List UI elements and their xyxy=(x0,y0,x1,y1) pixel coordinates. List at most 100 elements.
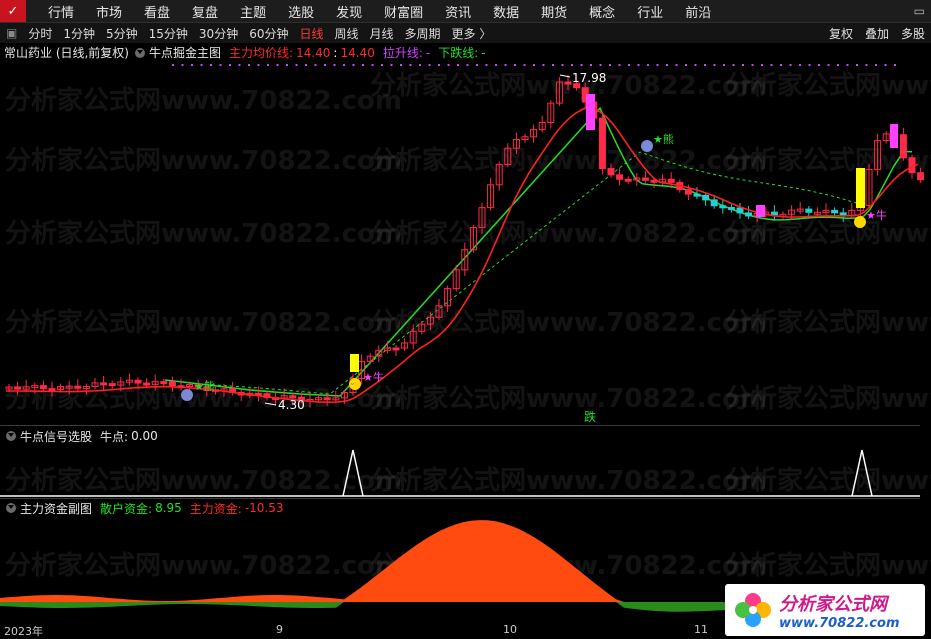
bull-signal-chart[interactable] xyxy=(0,444,931,498)
candle xyxy=(598,117,606,170)
multi-stock-button[interactable]: 多股 xyxy=(901,25,925,42)
signal-dot xyxy=(447,64,450,66)
bull-signal-label: ★牛 xyxy=(866,208,887,222)
period-tab-30min[interactable]: 30分钟 xyxy=(199,25,238,42)
signal-dot xyxy=(495,64,497,66)
signal-spike xyxy=(342,449,364,497)
candle xyxy=(48,388,56,392)
candle xyxy=(831,209,839,214)
candle xyxy=(160,381,168,385)
signal-dot xyxy=(571,64,573,66)
smile-icon: ᵕ xyxy=(349,378,361,390)
signal-dot xyxy=(276,64,279,66)
indicator-menu-icon[interactable] xyxy=(6,503,16,513)
brand-logo: 分析家公式网 www.70822.com xyxy=(725,584,925,636)
period-tab-multi[interactable]: 多周期 xyxy=(405,25,441,42)
nav-item-quotes[interactable]: 行情 xyxy=(48,2,74,21)
signal-dot xyxy=(742,64,744,66)
signal-dot xyxy=(780,64,782,66)
overlay-button[interactable]: 叠加 xyxy=(865,25,889,42)
signal-dot xyxy=(172,64,174,66)
period-tab-60min[interactable]: 60分钟 xyxy=(249,25,288,42)
signal-dot xyxy=(808,64,811,66)
period-tab-15min[interactable]: 15分钟 xyxy=(149,25,188,42)
signal-dot xyxy=(191,64,193,66)
down-line-value: - xyxy=(481,45,486,60)
nav-item-futures[interactable]: 期货 xyxy=(541,2,567,21)
bull-bar-1 xyxy=(350,354,359,372)
period-tab-1min[interactable]: 1分钟 xyxy=(63,25,95,42)
signal-dot xyxy=(628,64,630,66)
signal-dot xyxy=(552,64,554,66)
main-fund-value: -10.53 xyxy=(244,501,284,515)
nav-item-review[interactable]: 复盘 xyxy=(192,2,218,21)
signal-dot xyxy=(295,64,298,66)
candle xyxy=(323,397,331,401)
lift-line-label: 拉升线: xyxy=(382,46,423,60)
nav-item-concept[interactable]: 概念 xyxy=(589,2,615,21)
panel-toggle-icon[interactable]: ▣ xyxy=(6,26,17,40)
candle xyxy=(710,199,718,207)
signal-dot xyxy=(476,64,478,66)
bull-bar-2 xyxy=(856,168,865,208)
period-tab-weekly[interactable]: 周线 xyxy=(335,25,359,42)
window-minimize-icon[interactable]: ▭ xyxy=(914,4,925,18)
signal-dot xyxy=(656,64,659,66)
signal-dot xyxy=(818,64,820,66)
signal-dot xyxy=(894,64,896,66)
period-tab-timeshare[interactable]: 分时 xyxy=(28,25,52,42)
signal-dot xyxy=(457,64,459,66)
nav-item-watch[interactable]: 看盘 xyxy=(144,2,170,21)
period-tab-5min[interactable]: 5分钟 xyxy=(106,25,138,42)
nav-item-discover[interactable]: 发现 xyxy=(336,2,362,21)
nav-item-screener[interactable]: 选股 xyxy=(288,2,314,21)
candlestick-chart[interactable]: 17.98 4.30 跌 ᵕ ★牛 ★牛 ★熊 ★熊 xyxy=(0,62,931,424)
bear-signal-label: ★熊 xyxy=(653,132,674,146)
candle xyxy=(14,386,22,390)
nav-item-market[interactable]: 市场 xyxy=(96,2,122,21)
period-tab-daily[interactable]: 日线 xyxy=(299,25,323,42)
signal-dot xyxy=(428,64,431,66)
signal-dot xyxy=(514,64,516,66)
nav-item-wealth[interactable]: 财富圈 xyxy=(384,2,423,21)
candle xyxy=(392,347,400,351)
sub1-value-label: 牛点: xyxy=(100,429,129,444)
signal-dot xyxy=(504,64,507,66)
sub-chart-2-title: 主力资金副图 散户资金: 8.95 主力资金: -10.53 xyxy=(0,500,284,516)
nav-item-news[interactable]: 资讯 xyxy=(445,2,471,21)
bear-signal-label: ★熊 xyxy=(194,379,215,393)
period-tab-more[interactable]: 更多 〉 xyxy=(452,25,492,42)
signal-dot xyxy=(400,64,402,66)
stock-name: 常山药业 (日线,前复权) xyxy=(4,46,129,60)
indicator-menu-icon[interactable] xyxy=(6,431,16,441)
main-indicator-name[interactable]: 牛点掘金主图 xyxy=(149,44,221,61)
sub2-indicator-name[interactable]: 主力资金副图 xyxy=(20,500,92,517)
signal-dot xyxy=(257,64,260,66)
bull-signal-label: ★牛 xyxy=(363,370,384,384)
candle xyxy=(624,178,632,182)
nav-item-theme[interactable]: 主题 xyxy=(240,2,266,21)
app-logo-icon[interactable]: ✓ xyxy=(0,0,26,22)
signal-dot xyxy=(381,64,383,66)
magenta-bar-3 xyxy=(756,205,765,217)
candle xyxy=(143,382,151,386)
signal-dot xyxy=(542,64,545,66)
signal-dot xyxy=(286,64,288,66)
candle xyxy=(74,385,82,389)
signal-dot xyxy=(837,64,839,66)
signal-dot xyxy=(884,64,887,66)
signal-dot xyxy=(248,64,250,66)
nav-item-industry[interactable]: 行业 xyxy=(637,2,663,21)
time-axis-label: 9 xyxy=(276,623,283,636)
period-tab-monthly[interactable]: 月线 xyxy=(370,25,394,42)
adjust-button[interactable]: 复权 xyxy=(829,25,853,42)
signal-dot xyxy=(305,64,307,66)
signal-dot xyxy=(352,64,355,66)
indicator-menu-icon[interactable] xyxy=(135,47,145,58)
signal-dot xyxy=(770,64,773,66)
nav-item-frontier[interactable]: 前沿 xyxy=(685,2,711,21)
nav-item-data[interactable]: 数据 xyxy=(493,2,519,21)
main-chart-title: 常山药业 (日线,前复权) 牛点掘金主图 主力均价线: 14.40 : 14.4… xyxy=(4,44,486,61)
signal-dot xyxy=(751,64,754,66)
sub1-indicator-name[interactable]: 牛点信号选股 xyxy=(20,428,92,445)
